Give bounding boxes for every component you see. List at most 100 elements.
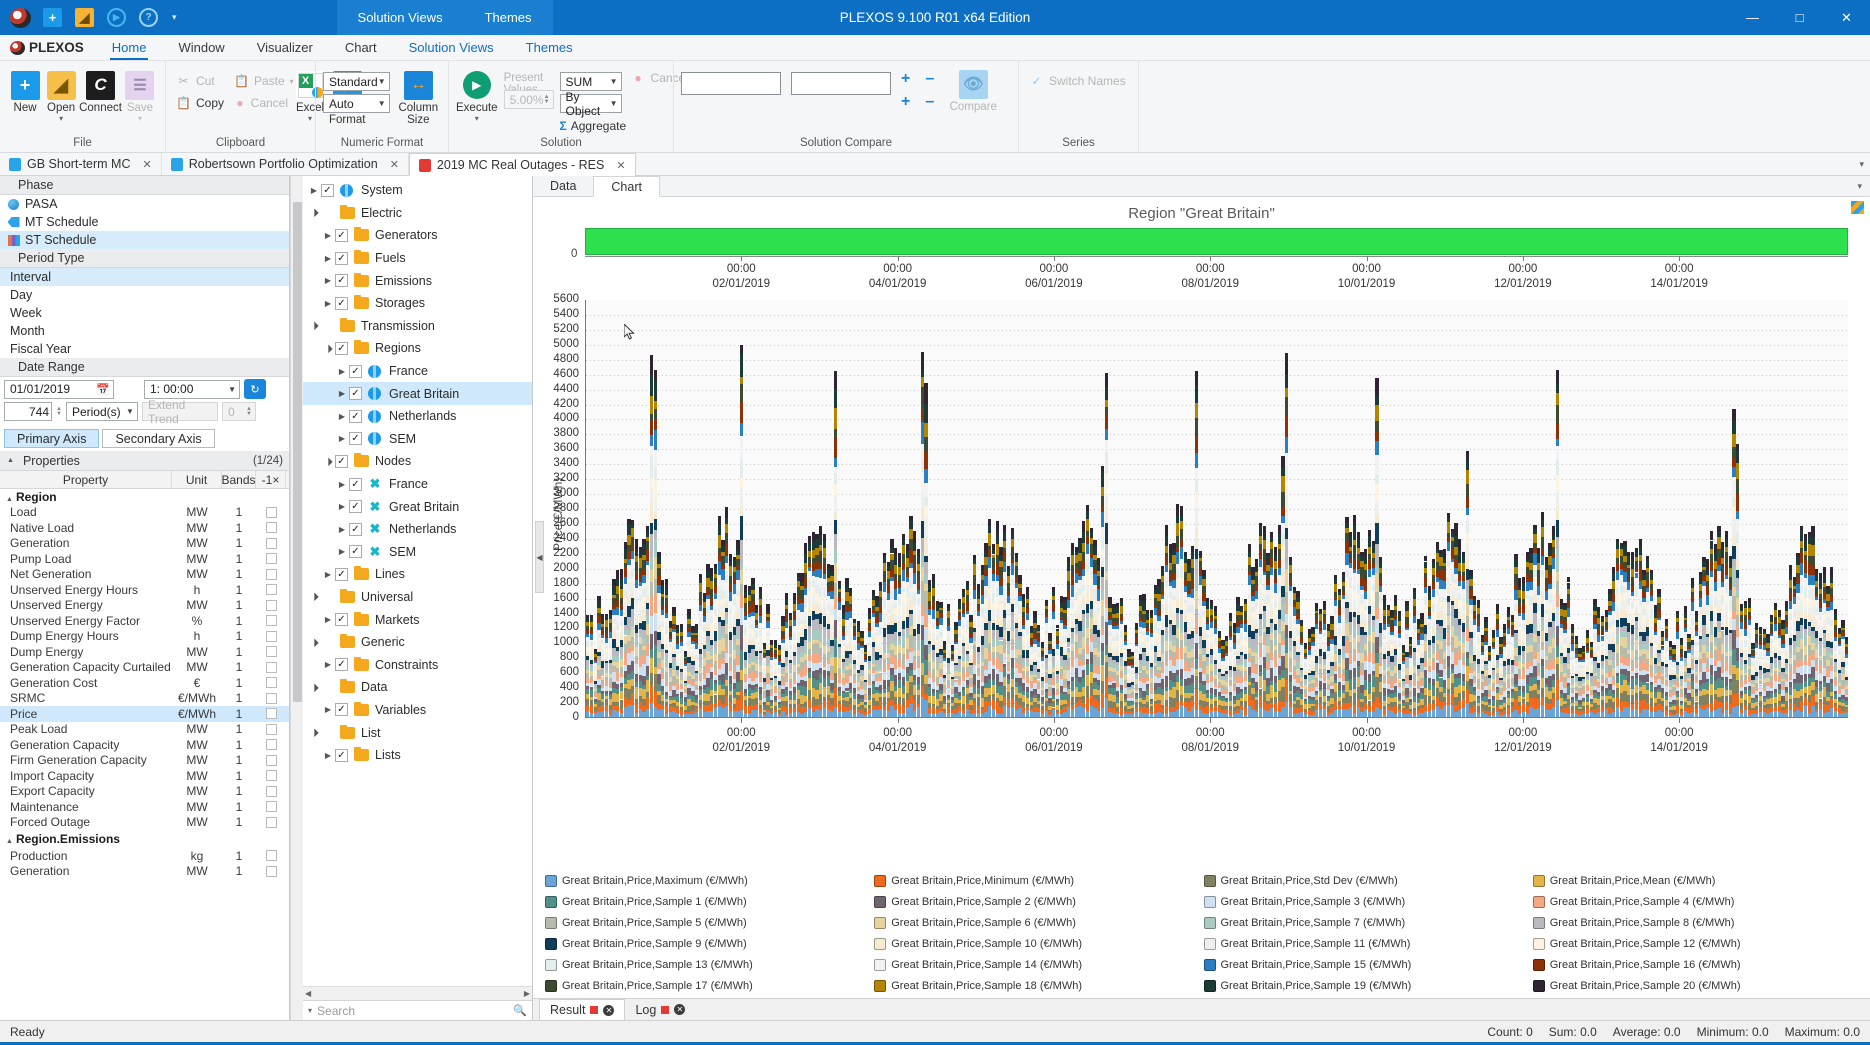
chevron-down-icon[interactable]: ◢ (306, 318, 322, 334)
table-row[interactable]: Pump Load MW 1 (0, 551, 289, 567)
save-dropdown-caret-icon[interactable]: ▾ (138, 115, 142, 123)
chevron-right-icon[interactable]: ▶ (321, 705, 335, 714)
chart-plot-area[interactable]: Price(€/MWh) 5600 5400 5200 5000 4800 4600 4400… (539, 293, 1864, 754)
negate-checkbox[interactable] (265, 850, 277, 862)
phase-item-mt-schedule[interactable]: MT Schedule (0, 213, 289, 231)
chevron-down-icon[interactable]: ◢ (306, 205, 322, 221)
tree-item-checkbox[interactable]: ✓ (349, 432, 362, 446)
run-icon[interactable]: ▶ (106, 7, 127, 28)
table-row[interactable]: Unserved Energy MW 1 (0, 598, 289, 614)
tree-item-regions[interactable]: ◢ ✓ Regions (303, 337, 532, 360)
tree-item-sem[interactable]: ▶ ✓ SEM (303, 428, 532, 451)
tree-item-nodes[interactable]: ◢ ✓ Nodes (303, 450, 532, 473)
tree-item-data[interactable]: ◢ Data (303, 676, 532, 699)
search-icon[interactable]: 🔍 (513, 1004, 527, 1017)
chevron-right-icon[interactable]: ▶ (335, 412, 349, 421)
contextual-tab-solution-views[interactable]: Solution Views (336, 0, 464, 35)
chevron-down-icon[interactable]: ◢ (320, 453, 336, 469)
qat-more-icon[interactable]: ▾ (172, 12, 177, 23)
tree-item-checkbox[interactable]: ✓ (335, 341, 348, 355)
negate-checkbox[interactable] (265, 708, 277, 720)
table-row[interactable]: Maintenance MW 1 (0, 799, 289, 815)
chart-settings-icon[interactable] (1851, 201, 1864, 214)
negate-checkbox[interactable] (265, 584, 277, 596)
chevron-right-icon[interactable]: ▶ (335, 525, 349, 534)
period-type-item-week[interactable]: Week (0, 304, 289, 322)
table-row[interactable]: Unserved Energy Factor% 1 (0, 613, 289, 629)
open-icon[interactable]: ◢ (74, 7, 95, 28)
compare-button[interactable]: 👁 Compare (944, 66, 1002, 113)
tree-item-system[interactable]: ▶ ✓ System (303, 179, 532, 202)
chevron-down-icon[interactable]: ◢ (306, 634, 322, 650)
tree-item-france[interactable]: ▶ ✓ France (303, 360, 532, 383)
negate-checkbox[interactable] (265, 865, 277, 877)
column-header-unit[interactable]: Unit (172, 471, 222, 488)
table-row[interactable]: Net Generation MW 1 (0, 567, 289, 583)
secondary-axis-button[interactable]: Secondary Axis (102, 429, 215, 448)
tree-horizontal-scrollbar[interactable]: ◀ ▶ (303, 986, 532, 1000)
table-row[interactable]: Dump Energy Hours h 1 (0, 629, 289, 645)
aggregate-toggle[interactable]: Σ Aggregate (560, 116, 627, 136)
property-group-region-emissions[interactable]: ▲ Region.Emissions (0, 830, 289, 848)
negate-checkbox[interactable] (265, 553, 277, 565)
primary-axis-button[interactable]: Primary Axis (4, 429, 100, 448)
open-button[interactable]: ◢ Open ▾ (43, 67, 79, 123)
spinner-icon[interactable]: ▲ ▼ (544, 94, 550, 105)
negate-checkbox[interactable] (265, 506, 277, 518)
table-row[interactable]: Generation Cost €1 (0, 675, 289, 691)
chevron-right-icon[interactable]: ▶ (335, 389, 349, 398)
negate-checkbox[interactable] (265, 801, 277, 813)
document-tab-robertsown-portfolio-optimization[interactable]: Robertsown Portfolio Optimization ✕ (162, 153, 409, 175)
chevron-right-icon[interactable]: ▶ (307, 186, 321, 195)
phase-item-pasa[interactable]: PASA (0, 195, 289, 213)
negate-checkbox[interactable] (265, 537, 277, 549)
tree-search-bar[interactable]: ▾ Search 🔍 (303, 1000, 532, 1020)
negate-checkbox[interactable] (265, 785, 277, 797)
tree-item-lines[interactable]: ▶ ✓ Lines (303, 563, 532, 586)
chart-tabs-overflow-icon[interactable]: ▾ (1857, 176, 1870, 196)
tree-item-checkbox[interactable]: ✓ (335, 228, 348, 242)
table-row[interactable]: Import Capacity MW 1 (0, 768, 289, 784)
copy-button[interactable]: 📋 Copy (173, 93, 227, 113)
table-row[interactable]: SRMC €/MWh 1 (0, 691, 289, 707)
tree-item-checkbox[interactable]: ✓ (335, 703, 348, 717)
chevron-right-icon[interactable]: ▶ (335, 480, 349, 489)
negate-checkbox[interactable] (265, 677, 277, 689)
negate-checkbox[interactable] (265, 615, 277, 627)
table-row[interactable]: Generation MW 1 (0, 864, 289, 880)
negate-checkbox[interactable] (265, 522, 277, 534)
tree-item-netherlands[interactable]: ▶ ✓ ✖ Netherlands (303, 518, 532, 541)
negate-checkbox[interactable] (265, 630, 277, 642)
panel-collapse-handle[interactable]: ◀ (535, 521, 544, 593)
table-row[interactable]: Price €/MWh 1 (0, 706, 289, 722)
save-button[interactable]: ☰ Save ▾ (122, 67, 158, 123)
contextual-tab-themes[interactable]: Themes (463, 0, 553, 35)
negate-checkbox[interactable] (265, 646, 277, 658)
column-header-property[interactable]: Property (0, 471, 172, 488)
tree-item-emissions[interactable]: ▶ ✓ Emissions (303, 269, 532, 292)
period-type-item-month[interactable]: Month (0, 322, 289, 340)
tree-item-checkbox[interactable]: ✓ (349, 387, 362, 401)
ribbon-tab-chart[interactable]: Chart (329, 35, 393, 60)
negate-checkbox[interactable] (265, 692, 277, 704)
refresh-icon[interactable]: ↻ (244, 379, 266, 399)
extend-trend-value[interactable]: 0 ▲ ▼ (221, 402, 256, 421)
tree-item-checkbox[interactable]: ✓ (349, 477, 362, 491)
close-icon[interactable]: ✕ (143, 158, 152, 171)
tree-item-markets[interactable]: ▶ ✓ Markets (303, 608, 532, 631)
negate-checkbox[interactable] (265, 723, 277, 735)
table-row[interactable]: Export Capacity MW 1 (0, 784, 289, 800)
chart-overview-strip[interactable]: 0 00:00 02/01/2019 00:00 04/01/2019 00:00 06/0… (539, 224, 1864, 296)
period-type-item-fiscal-year[interactable]: Fiscal Year (0, 340, 289, 358)
paste-button[interactable]: 📋 Paste ▾ (231, 71, 294, 91)
column-size-button[interactable]: ↔ Column Size (396, 67, 441, 126)
decimals-select[interactable]: Auto ▼ (323, 94, 390, 113)
add-solution-row-button[interactable]: + (901, 94, 910, 110)
column-header-negate[interactable]: -1× (256, 471, 286, 488)
maximize-button[interactable]: □ (1776, 0, 1823, 35)
search-options-caret-icon[interactable]: ▾ (308, 1006, 312, 1015)
periods-stepper-icon[interactable]: ▲ ▼ (56, 406, 62, 417)
execute-button[interactable]: ▶ Execute ▾ (456, 67, 498, 123)
period-type-item-interval[interactable]: Interval (0, 268, 289, 286)
tree-item-great-britain[interactable]: ▶ ✓ Great Britain (303, 382, 532, 405)
